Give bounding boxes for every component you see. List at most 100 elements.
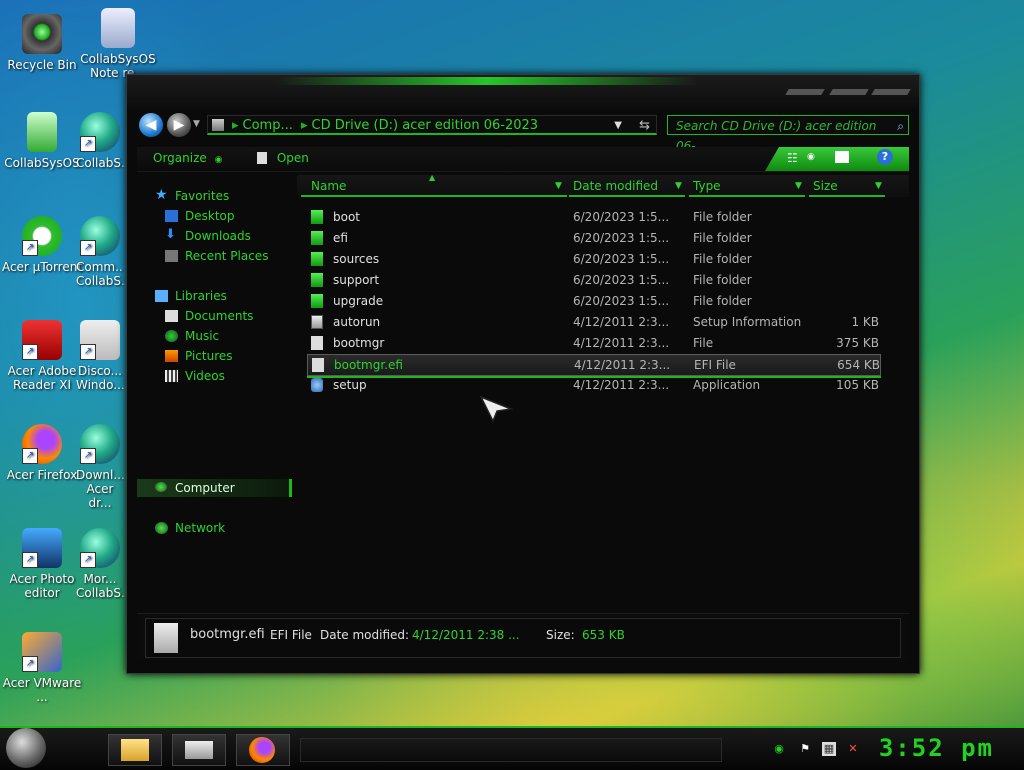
- column-date-modified[interactable]: Date modified: [573, 179, 658, 193]
- nav-favorites[interactable]: ★ Favorites: [155, 187, 229, 203]
- close-button[interactable]: [871, 89, 911, 95]
- computer-icon: [155, 482, 167, 492]
- nav-videos[interactable]: Videos: [165, 369, 225, 383]
- recycle-bin-icon: [22, 14, 62, 54]
- desktop-icon-label: Recycle Bin: [7, 58, 77, 72]
- nav-videos-label: Videos: [185, 369, 225, 383]
- column-type[interactable]: Type: [693, 179, 721, 193]
- forward-button[interactable]: ▶: [167, 113, 191, 137]
- command-bar: Organize ◉ Open ☷ ◉ ?: [137, 147, 909, 172]
- organize-button[interactable]: Organize ◉: [153, 151, 222, 165]
- desktop-icon-download-acer-drivers[interactable]: ↗ Downl... Acer dr...: [76, 424, 124, 510]
- desktop-icon-collabsysos[interactable]: CollabSysOS: [0, 112, 84, 170]
- setup-information-icon: [311, 315, 323, 329]
- desktop-icon-discover-windows[interactable]: ↗ Disco... Windo...: [76, 320, 124, 392]
- breadcrumb-separator-icon: ▸: [232, 118, 239, 133]
- open-file-icon: [257, 152, 267, 164]
- nav-music[interactable]: Music: [165, 329, 219, 343]
- search-icon[interactable]: ⌕: [897, 116, 904, 136]
- desktop-icon-acer-firefox[interactable]: ↗ Acer Firefox: [0, 424, 84, 482]
- desktop-icon-acer-utorrent[interactable]: ↗ Acer µTorrent: [0, 216, 84, 274]
- desktop-icon-collabs-globe-1[interactable]: ↗ CollabS...: [76, 112, 124, 170]
- file-name: boot: [333, 210, 361, 224]
- address-bar-row: ◀ ▶ ▼ ▸ Comp... ▸ CD Drive (D:) acer editi…: [137, 113, 909, 153]
- acer-icon: ↗: [80, 320, 120, 360]
- file-icon: [311, 336, 323, 350]
- column-name[interactable]: Name: [311, 179, 346, 193]
- maximize-button[interactable]: [829, 89, 869, 95]
- breadcrumb-cd-drive[interactable]: CD Drive (D:) acer edition 06-2023: [312, 118, 538, 133]
- views-dropdown-icon[interactable]: ◉: [807, 152, 815, 162]
- nav-computer[interactable]: Computer: [137, 479, 292, 497]
- start-button[interactable]: [6, 728, 46, 768]
- file-row-bootmgr-efi[interactable]: bootmgr.efi 4/12/2011 2:3... EFI File 65…: [307, 354, 881, 376]
- network-tray-icon[interactable]: ▦: [822, 742, 836, 756]
- taskbar-explorer-button[interactable]: [108, 734, 162, 766]
- file-size: 105 KB: [836, 378, 879, 392]
- nav-desktop[interactable]: Desktop: [165, 209, 235, 223]
- nav-documents[interactable]: Documents: [165, 309, 253, 323]
- file-row-sources[interactable]: sources 6/20/2023 1:5... File folder: [307, 249, 879, 269]
- breadcrumb-separator-icon: ▸: [301, 118, 308, 133]
- folder-icon: [121, 739, 149, 761]
- desktop-icon-recycle-bin[interactable]: Recycle Bin: [0, 14, 84, 72]
- file-row-boot[interactable]: boot 6/20/2023 1:5... File folder: [307, 207, 879, 227]
- desktop-icon-collabs-globe-2[interactable]: ↗ Comm... CollabS...: [76, 216, 124, 288]
- firefox-icon: [249, 737, 275, 763]
- details-size-label: Size:: [546, 628, 575, 642]
- minimize-button[interactable]: [785, 89, 825, 95]
- back-button[interactable]: ◀: [139, 113, 163, 137]
- refresh-icon[interactable]: ⇆: [639, 116, 650, 136]
- action-center-flag-icon[interactable]: ⚑: [798, 742, 812, 756]
- column-type-dropdown-icon[interactable]: ▼: [795, 181, 802, 191]
- file-row-setup[interactable]: setup 4/12/2011 2:3... Application 105 K…: [307, 375, 879, 395]
- desktop-icon-acer-adobe-reader[interactable]: ↗ Acer Adobe Reader XI: [0, 320, 84, 392]
- preview-pane-icon[interactable]: [835, 151, 849, 163]
- file-row-upgrade[interactable]: upgrade 6/20/2023 1:5... File folder: [307, 291, 879, 311]
- column-name-dropdown-icon[interactable]: ▼: [555, 181, 562, 191]
- column-size-underline: [809, 195, 885, 197]
- desktop-icon-acer-vmware[interactable]: ↗ Acer VMware ...: [0, 632, 84, 704]
- column-name-underline: [301, 195, 567, 197]
- nav-downloads[interactable]: ⬇ Downloads: [165, 227, 251, 243]
- desktop-icon-acer-photo-editor[interactable]: ↗ Acer Photo editor: [0, 528, 84, 600]
- address-dropdown-icon[interactable]: ▼: [614, 116, 622, 136]
- file-row-autorun[interactable]: autorun 4/12/2011 2:3... Setup Informati…: [307, 312, 879, 332]
- file-row-support[interactable]: support 6/20/2023 1:5... File folder: [307, 270, 879, 290]
- volume-muted-icon[interactable]: ✕: [846, 742, 860, 756]
- help-icon[interactable]: ?: [877, 149, 893, 165]
- taskbar-firefox-button[interactable]: [236, 734, 290, 766]
- nav-recent-places[interactable]: Recent Places: [165, 249, 268, 263]
- file-name: support: [333, 273, 380, 287]
- tray-expand-icon[interactable]: ◉: [772, 742, 786, 756]
- libraries-icon: [155, 290, 168, 302]
- taskbar-clock[interactable]: 3:52 pm: [879, 734, 994, 762]
- organize-dropdown-icon: ◉: [214, 155, 223, 165]
- file-name: bootmgr.efi: [334, 358, 403, 372]
- open-button[interactable]: Open: [257, 151, 309, 165]
- nav-pictures[interactable]: Pictures: [165, 349, 233, 363]
- drive-icon: [212, 119, 224, 131]
- column-size-dropdown-icon[interactable]: ▼: [875, 181, 882, 191]
- history-dropdown-icon[interactable]: ▼: [193, 119, 200, 129]
- column-size[interactable]: Size: [813, 179, 838, 193]
- desktop-icon-collabsysos-note[interactable]: CollabSysOS Note re...: [76, 8, 160, 80]
- title-bar[interactable]: [127, 75, 919, 109]
- column-date-label: Date modified: [573, 179, 659, 193]
- nav-libraries[interactable]: Libraries: [155, 289, 227, 303]
- file-size: 1 KB: [851, 315, 879, 329]
- desktop-icon-more-collabs[interactable]: ↗ Mor... CollabS...: [76, 528, 124, 600]
- views-icon[interactable]: ☷: [787, 151, 798, 165]
- file-row-bootmgr[interactable]: bootmgr 4/12/2011 2:3... File 375 KB: [307, 333, 879, 353]
- file-date: 6/20/2023 1:5...: [573, 231, 670, 245]
- search-input[interactable]: Search CD Drive (D:) acer edition 06-...…: [667, 115, 909, 153]
- breadcrumb-computer[interactable]: Comp...: [243, 118, 293, 133]
- notepad-icon: [101, 8, 135, 48]
- desktop-icon-label: Disco... Windo...: [76, 364, 124, 392]
- file-row-efi[interactable]: efi 6/20/2023 1:5... File folder: [307, 228, 879, 248]
- column-date-dropdown-icon[interactable]: ▼: [675, 181, 682, 191]
- address-field[interactable]: ▸ Comp... ▸ CD Drive (D:) acer edition 06-…: [207, 115, 657, 135]
- nav-network[interactable]: Network: [155, 521, 225, 535]
- taskbar-acer-button[interactable]: [172, 734, 226, 766]
- column-size-label: Size: [813, 179, 838, 193]
